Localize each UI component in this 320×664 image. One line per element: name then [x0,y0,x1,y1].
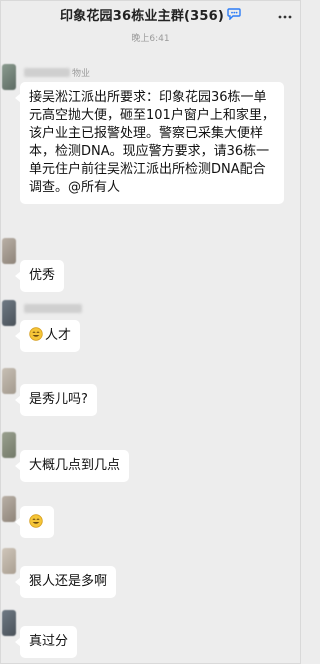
message-text: 优秀 [29,268,56,283]
redacted-name [24,304,82,313]
message-text: 大概几点到几点 [29,458,121,473]
message-bubble[interactable]: 狠人还是多啊 [14,566,117,598]
message-text: 狠人还是多啊 [29,574,108,589]
message-text: 人才 [45,328,72,343]
message-bubble[interactable]: 优秀 [14,260,65,292]
message-bubble[interactable]: 是秀儿吗? [15,384,97,416]
timestamp: 晚上6:41 [131,34,170,44]
sender-name: 物业 [24,66,90,79]
sender-label: 物业 [72,69,91,79]
avatar[interactable] [2,610,16,636]
smile-emoji-icon [29,327,43,341]
message-text: 是秀儿吗? [29,392,88,407]
ellipsis-icon[interactable] [277,8,293,20]
smile-emoji-icon [29,514,43,528]
speech-bubble-icon[interactable] [227,8,241,20]
message-bubble[interactable]: 接吴淞江派出所要求：印象花园36栋一单元高空抛大便，砸至101户窗户上和家里，该… [15,82,284,204]
redacted-name [24,68,70,77]
message-bubble[interactable]: 人才 [14,320,81,352]
avatar[interactable] [2,548,16,574]
chat-header: 印象花园36栋业主群(356) [0,0,301,28]
message-text: 真过分 [29,634,69,649]
message-bubble[interactable] [15,506,54,538]
message-text: 接吴淞江派出所要求：印象花园36栋一单元高空抛大便，砸至101户窗户上和家里，该… [29,90,275,195]
message-bubble[interactable]: 大概几点到几点 [14,450,130,482]
avatar[interactable] [2,64,16,90]
avatar[interactable] [2,496,16,522]
message-bubble[interactable]: 真过分 [14,626,78,658]
avatar[interactable] [2,368,16,394]
avatar[interactable] [2,300,16,326]
avatar[interactable] [2,432,16,458]
avatar[interactable] [2,238,16,264]
group-title: 印象花园36栋业主群(356) [59,8,225,24]
